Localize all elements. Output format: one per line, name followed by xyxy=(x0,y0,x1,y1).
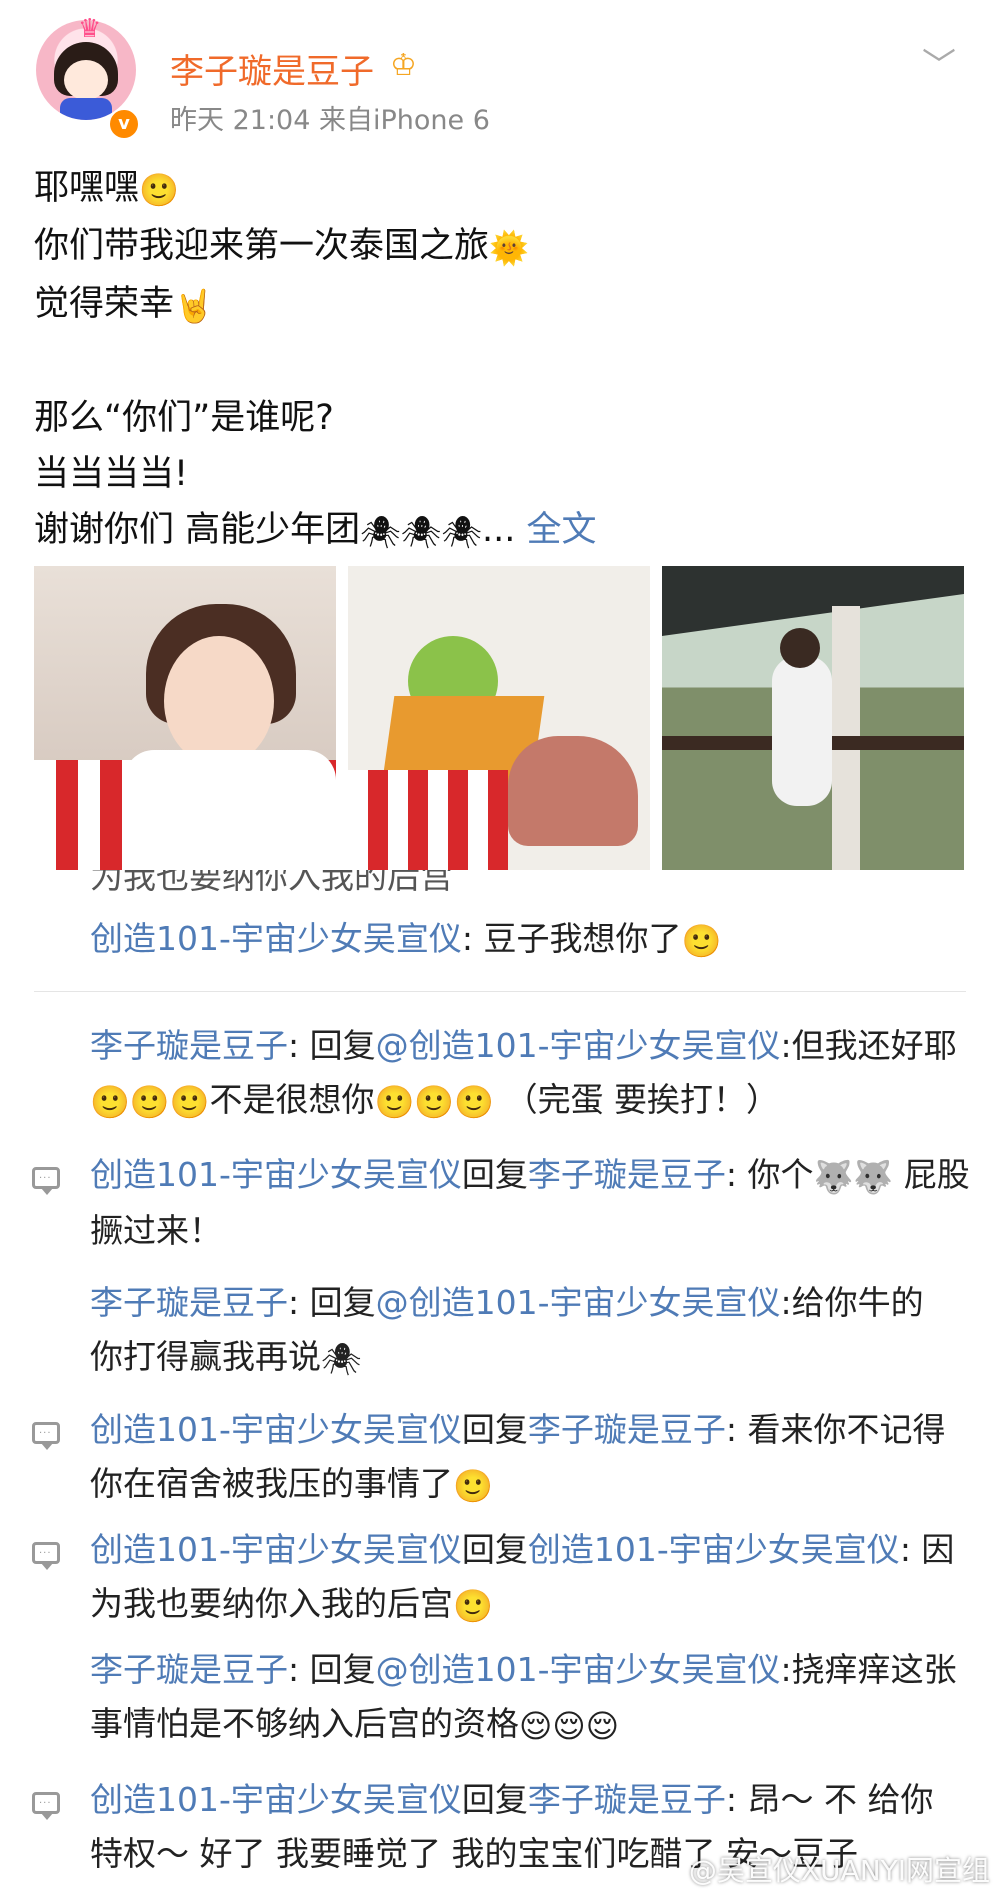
reply-target[interactable]: 李子璇是豆子 xyxy=(528,1780,726,1819)
post-source: 来自iPhone 6 xyxy=(319,105,490,136)
post-meta: 昨天 21:04 来自iPhone 6 xyxy=(170,98,490,137)
commenter-name[interactable]: 创造101-宇宙少女吴宣仪 xyxy=(90,1530,462,1569)
shy-emoji-icon: 😌 xyxy=(519,1707,553,1745)
photo-2[interactable] xyxy=(348,566,650,870)
crown-icon: ♛ xyxy=(78,14,102,44)
commenter-name[interactable]: 创造101-宇宙少女吴宣仪 xyxy=(90,1155,462,1194)
divider xyxy=(34,991,966,992)
reply-target[interactable]: 李子璇是豆子 xyxy=(528,1410,726,1449)
sun-smile-emoji-icon: 🌞 xyxy=(489,229,529,267)
smile-emoji-icon: 🙂 xyxy=(453,1467,493,1505)
username[interactable]: 李子璇是豆子 xyxy=(170,44,374,93)
photo-1[interactable] xyxy=(34,566,336,870)
commenter-name[interactable]: 李子璇是豆子 xyxy=(90,1026,288,1065)
rock-hand-emoji-icon: 🤘 xyxy=(174,287,214,325)
photo-grid xyxy=(34,566,966,870)
avatar-face xyxy=(64,60,108,100)
comment-6[interactable]: 创造101-宇宙少女吴宣仪回复创造101-宇宙少女吴宣仪: 因 为我也要纳你入我… xyxy=(90,1523,970,1633)
reply-target[interactable]: @创造101-宇宙少女吴宣仪 xyxy=(376,1650,781,1689)
reply-target[interactable]: @创造101-宇宙少女吴宣仪 xyxy=(376,1026,781,1065)
watermark: @吴宣仪XUANYI网宣组 xyxy=(688,1854,990,1887)
minion-emoji-icon: 🙂 xyxy=(454,1083,495,1121)
minion-emoji-icon: 🙂 xyxy=(90,1083,130,1121)
comment-5[interactable]: 创造101-宇宙少女吴宣仪回复李子璇是豆子: 看来你不记得 你在宿舍被我压的事情… xyxy=(90,1403,970,1513)
post-line: 耶嘿嘿🙂 xyxy=(34,160,964,218)
spiderman-emoji-icon: 🕷 xyxy=(400,513,442,551)
spiderman-emoji-icon: 🕷 xyxy=(360,513,401,551)
shy-emoji-icon: 😌 xyxy=(585,1707,620,1745)
minion-emoji-icon: 🙂 xyxy=(139,171,179,209)
verified-badge-icon: v xyxy=(108,108,140,140)
reply-target[interactable]: 李子璇是豆子 xyxy=(528,1155,726,1194)
comment-1[interactable]: 创造101-宇宙少女吴宣仪: 豆子我想你了🙂 xyxy=(90,912,970,968)
comment-icon[interactable]: ··· xyxy=(32,1422,60,1450)
post-blank-line xyxy=(34,334,964,390)
minion-emoji-icon: 🙂 xyxy=(374,1083,415,1121)
commenter-name[interactable]: 创造101-宇宙少女吴宣仪 xyxy=(90,1410,462,1449)
commenter-name[interactable]: 创造101-宇宙少女吴宣仪 xyxy=(90,1780,462,1819)
post-line: 觉得荣幸🤘 xyxy=(34,276,964,334)
comment-icon[interactable]: ··· xyxy=(32,1542,60,1570)
comment-partial: 为我也要纳你入我的后宫 xyxy=(90,870,453,896)
post-header: ♛ v 李子璇是豆子 ♔ 昨天 21:04 来自iPhone 6 ﹀ xyxy=(0,0,1000,145)
minion-emoji-icon: 🙂 xyxy=(414,1083,455,1121)
chevron-down-icon[interactable]: ﹀ xyxy=(922,38,956,87)
smile-emoji-icon: 🙂 xyxy=(453,1587,493,1625)
minion-emoji-icon: 🙂 xyxy=(169,1083,210,1121)
comment-3[interactable]: 创造101-宇宙少女吴宣仪回复李子璇是豆子: 你个🐺🐺 屁股撅过来！ xyxy=(90,1148,970,1258)
post-line: 那么“你们”是谁呢? xyxy=(34,398,334,438)
husky-emoji-icon: 🐺 xyxy=(853,1158,894,1196)
reply-target[interactable]: 创造101-宇宙少女吴宣仪 xyxy=(528,1530,900,1569)
post-line: 当当当当! xyxy=(34,454,189,494)
comment-icon[interactable]: ··· xyxy=(32,1792,60,1820)
vip-crown-icon[interactable]: ♔ xyxy=(390,48,417,83)
commenter-name[interactable]: 李子璇是豆子 xyxy=(90,1650,288,1689)
spiderman-emoji-icon: 🕷 xyxy=(441,513,483,551)
photo-3[interactable] xyxy=(662,566,964,870)
reply-target[interactable]: @创造101-宇宙少女吴宣仪 xyxy=(376,1283,781,1322)
comment-4[interactable]: 李子璇是豆子: 回复@创造101-宇宙少女吴宣仪:给你牛的 你打得赢我再说🕷 xyxy=(90,1276,970,1386)
avatar-shirt xyxy=(60,98,112,120)
comment-7[interactable]: 李子璇是豆子: 回复@创造101-宇宙少女吴宣仪:挠痒痒这张 事情怕是不够纳入后… xyxy=(90,1643,970,1753)
husky-emoji-icon: 🐺 xyxy=(813,1158,854,1196)
shy-emoji-icon: 😌 xyxy=(552,1707,586,1745)
commenter-name[interactable]: 创造101-宇宙少女吴宣仪 xyxy=(90,919,462,958)
commenter-name[interactable]: 李子璇是豆子 xyxy=(90,1283,288,1322)
comment-2[interactable]: 李子璇是豆子: 回复@创造101-宇宙少女吴宣仪:但我还好耶 🙂🙂🙂不是很想你🙂… xyxy=(90,1019,970,1129)
full-text-link[interactable]: 全文 xyxy=(527,510,597,550)
post-time: 昨天 21:04 xyxy=(170,105,311,136)
minion-emoji-icon: 🙂 xyxy=(129,1083,170,1121)
post-line: 你们带我迎来第一次泰国之旅🌞 xyxy=(34,218,964,276)
comment-icon[interactable]: ··· xyxy=(32,1167,60,1195)
post-line: 谢谢你们 高能少年团🕷🕷🕷... 全文 xyxy=(34,502,964,560)
smile-emoji-icon: 🙂 xyxy=(681,922,722,960)
spiderman-emoji-icon: 🕷 xyxy=(321,1340,362,1378)
post-body: 耶嘿嘿🙂 你们带我迎来第一次泰国之旅🌞 觉得荣幸🤘 那么“你们”是谁呢? 当当当… xyxy=(34,160,964,560)
